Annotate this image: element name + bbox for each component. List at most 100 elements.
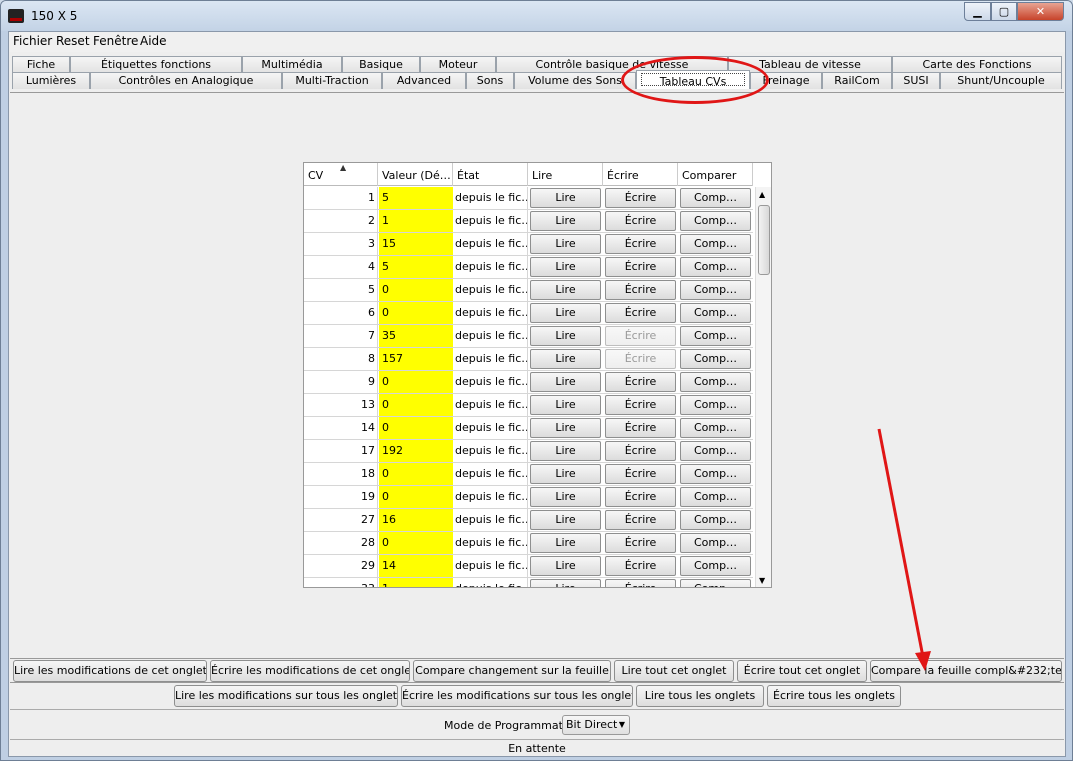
value-cell[interactable]: 0 <box>379 394 453 416</box>
tab-susi[interactable]: SUSI <box>892 72 940 89</box>
tab-multimedia[interactable]: Multimédia <box>242 56 342 73</box>
column-header-cv[interactable]: CV ▲ <box>304 163 378 186</box>
compare-full-sheet-button[interactable]: Compare la feuille compl&#232;te <box>870 660 1062 682</box>
write-button[interactable]: Écrire <box>605 188 676 208</box>
tab-lumieres[interactable]: Lumières <box>12 72 90 89</box>
tab-multi-traction[interactable]: Multi-Traction <box>282 72 382 89</box>
compare-button[interactable]: Comp… <box>680 280 751 300</box>
compare-button[interactable]: Comp… <box>680 211 751 231</box>
column-header-state[interactable]: État <box>453 163 528 186</box>
write-changes-all-tabs-button[interactable]: Écrire les modifications sur tous les on… <box>401 685 633 707</box>
tab-shunt-uncouple[interactable]: Shunt/Uncouple <box>940 72 1062 89</box>
compare-button[interactable]: Comp… <box>680 510 751 530</box>
compare-button[interactable]: Comp… <box>680 257 751 277</box>
read-all-tabs-button[interactable]: Lire tous les onglets <box>636 685 764 707</box>
write-button[interactable]: Écrire <box>605 303 676 323</box>
read-button[interactable]: Lire <box>530 533 601 553</box>
compare-button[interactable]: Comp… <box>680 188 751 208</box>
write-button[interactable]: Écrire <box>605 487 676 507</box>
read-button[interactable]: Lire <box>530 487 601 507</box>
read-button[interactable]: Lire <box>530 418 601 438</box>
read-button[interactable]: Lire <box>530 303 601 323</box>
read-button[interactable]: Lire <box>530 372 601 392</box>
tab-fiche[interactable]: Fiche <box>12 56 70 73</box>
column-header-write[interactable]: Écrire <box>603 163 678 186</box>
value-cell[interactable]: 5 <box>379 256 453 278</box>
close-button[interactable]: ✕ <box>1017 2 1064 21</box>
read-changes-sheet-button[interactable]: Lire les modifications de cet onglet <box>13 660 207 682</box>
write-button[interactable]: Écrire <box>605 533 676 553</box>
write-all-sheet-button[interactable]: Écrire tout cet onglet <box>737 660 867 682</box>
write-changes-sheet-button[interactable]: Écrire les modifications de cet onglet <box>210 660 410 682</box>
scroll-down-icon[interactable]: ▼ <box>759 576 765 585</box>
tab-volume-sons[interactable]: Volume des Sons <box>514 72 636 89</box>
read-button[interactable]: Lire <box>530 510 601 530</box>
write-button[interactable]: Écrire <box>605 211 676 231</box>
write-button[interactable]: Écrire <box>605 441 676 461</box>
tab-advanced[interactable]: Advanced <box>382 72 466 89</box>
tab-etiquettes-fonctions[interactable]: Étiquettes fonctions <box>70 56 242 73</box>
tab-sons[interactable]: Sons <box>466 72 514 89</box>
value-cell[interactable]: 0 <box>379 279 453 301</box>
value-cell[interactable]: 157 <box>379 348 453 370</box>
compare-button[interactable]: Comp… <box>680 464 751 484</box>
value-cell[interactable]: 1 <box>379 210 453 232</box>
compare-button[interactable]: Comp… <box>680 533 751 553</box>
maximize-button[interactable]: ▢ <box>991 2 1017 21</box>
menu-fichier[interactable]: Fichier <box>13 34 52 48</box>
column-header-value[interactable]: Valeur (Dé… <box>378 163 453 186</box>
title-bar[interactable]: 150 X 5 ▁ ▢ ✕ <box>1 1 1072 31</box>
read-button[interactable]: Lire <box>530 326 601 346</box>
read-button[interactable]: Lire <box>530 211 601 231</box>
scroll-thumb[interactable] <box>758 205 770 275</box>
value-cell[interactable]: 0 <box>379 532 453 554</box>
tab-basique[interactable]: Basique <box>342 56 420 73</box>
read-button[interactable]: Lire <box>530 234 601 254</box>
tab-carte-fonctions[interactable]: Carte des Fonctions <box>892 56 1062 73</box>
read-button[interactable]: Lire <box>530 349 601 369</box>
compare-button[interactable]: Comp… <box>680 487 751 507</box>
value-cell[interactable]: 1 <box>379 578 453 587</box>
compare-button[interactable]: Comp… <box>680 395 751 415</box>
value-cell[interactable]: 0 <box>379 486 453 508</box>
read-button[interactable]: Lire <box>530 579 601 587</box>
read-button[interactable]: Lire <box>530 464 601 484</box>
value-cell[interactable]: 0 <box>379 463 453 485</box>
tab-controles-analogique[interactable]: Contrôles en Analogique <box>90 72 282 89</box>
write-button[interactable]: Écrire <box>605 372 676 392</box>
write-button[interactable]: Écrire <box>605 418 676 438</box>
read-button[interactable]: Lire <box>530 556 601 576</box>
tab-moteur[interactable]: Moteur <box>420 56 496 73</box>
vertical-scrollbar[interactable]: ▲ ▼ <box>755 187 771 587</box>
value-cell[interactable]: 0 <box>379 371 453 393</box>
read-button[interactable]: Lire <box>530 441 601 461</box>
value-cell[interactable]: 16 <box>379 509 453 531</box>
write-button[interactable]: Écrire <box>605 510 676 530</box>
compare-button[interactable]: Comp… <box>680 326 751 346</box>
value-cell[interactable]: 0 <box>379 302 453 324</box>
column-header-compare[interactable]: Comparer <box>678 163 753 186</box>
read-button[interactable]: Lire <box>530 395 601 415</box>
compare-button[interactable]: Comp… <box>680 418 751 438</box>
read-button[interactable]: Lire <box>530 188 601 208</box>
write-button[interactable]: Écrire <box>605 395 676 415</box>
compare-button[interactable]: Comp… <box>680 349 751 369</box>
compare-button[interactable]: Comp… <box>680 441 751 461</box>
scroll-up-icon[interactable]: ▲ <box>759 190 765 199</box>
value-cell[interactable]: 35 <box>379 325 453 347</box>
write-all-tabs-button[interactable]: Écrire tous les onglets <box>767 685 901 707</box>
value-cell[interactable]: 192 <box>379 440 453 462</box>
read-button[interactable]: Lire <box>530 257 601 277</box>
programming-mode-select[interactable]: Bit Direct ▼ <box>562 715 630 735</box>
tab-railcom[interactable]: RailCom <box>822 72 892 89</box>
value-cell[interactable]: 15 <box>379 233 453 255</box>
compare-button[interactable]: Comp… <box>680 556 751 576</box>
menu-reset[interactable]: Reset <box>56 34 90 48</box>
read-changes-all-tabs-button[interactable]: Lire les modifications sur tous les ongl… <box>174 685 398 707</box>
read-all-sheet-button[interactable]: Lire tout cet onglet <box>614 660 734 682</box>
value-cell[interactable]: 14 <box>379 555 453 577</box>
compare-button[interactable]: Comp… <box>680 303 751 323</box>
write-button[interactable]: Écrire <box>605 579 676 587</box>
menu-aide[interactable]: Aide <box>140 34 167 48</box>
minimize-button[interactable]: ▁ <box>964 2 991 21</box>
